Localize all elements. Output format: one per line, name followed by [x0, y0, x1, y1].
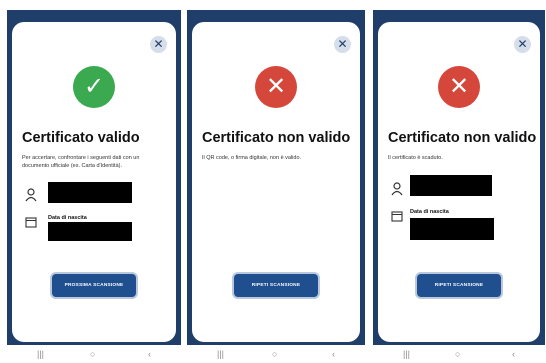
close-icon[interactable]: ✕	[514, 36, 531, 53]
redacted-birth-date	[48, 222, 132, 241]
result-card: ✕ ✕ Certificato non valido Il QR code, o…	[192, 22, 360, 342]
recent-apps-icon[interactable]: |||	[217, 345, 224, 363]
back-icon[interactable]: ‹	[148, 345, 151, 363]
back-icon[interactable]: ‹	[332, 345, 335, 363]
redacted-name	[48, 182, 132, 203]
calendar-icon	[24, 216, 38, 230]
android-navbar: ||| ○ ‹	[373, 345, 545, 363]
person-icon	[390, 182, 404, 196]
close-icon[interactable]: ✕	[334, 36, 351, 53]
calendar-icon	[390, 210, 404, 224]
check-icon: ✓	[73, 66, 115, 108]
close-icon[interactable]: ✕	[150, 36, 167, 53]
error-icon: ✕	[438, 66, 480, 108]
recent-apps-icon[interactable]: |||	[37, 345, 44, 363]
person-icon	[24, 188, 38, 202]
android-navbar: ||| ○ ‹	[7, 345, 181, 363]
birth-date-label: Data di nascita	[48, 215, 87, 221]
phone-screen-invalid-qr: ✕ ✕ Certificato non valido Il QR code, o…	[187, 10, 365, 363]
recent-apps-icon[interactable]: |||	[403, 345, 410, 363]
result-card: ✕ ✕ Certificato non valido Il certificat…	[378, 22, 540, 342]
result-title: Certificato non valido	[388, 130, 537, 146]
phone-screen-expired: ✕ ✕ Certificato non valido Il certificat…	[373, 10, 545, 363]
android-navbar: ||| ○ ‹	[187, 345, 365, 363]
result-title: Certificato valido	[22, 130, 140, 146]
back-icon[interactable]: ‹	[512, 345, 515, 363]
home-icon[interactable]: ○	[90, 345, 95, 363]
result-description: Il QR code, o firma digitale, non è vali…	[202, 155, 302, 161]
result-title: Certificato non valido	[202, 130, 351, 146]
retry-scan-button[interactable]: RIPETI SCANSIONE	[234, 274, 318, 297]
next-scan-button[interactable]: PROSSIMA SCANSIONE	[52, 274, 136, 297]
error-icon: ✕	[255, 66, 297, 108]
result-description: Il certificato è scaduto.	[388, 155, 443, 161]
result-description: Per accertare, confrontare i seguenti da…	[22, 155, 140, 169]
result-card: ✕ ✓ Certificato valido Per accertare, co…	[12, 22, 176, 342]
redacted-birth-date	[410, 218, 494, 240]
redacted-name	[410, 175, 492, 196]
birth-date-label: Data di nascita	[410, 209, 449, 215]
home-icon[interactable]: ○	[272, 345, 277, 363]
retry-scan-button[interactable]: RIPETI SCANSIONE	[417, 274, 501, 297]
home-icon[interactable]: ○	[455, 345, 460, 363]
phone-screen-valid: ✕ ✓ Certificato valido Per accertare, co…	[7, 10, 181, 363]
